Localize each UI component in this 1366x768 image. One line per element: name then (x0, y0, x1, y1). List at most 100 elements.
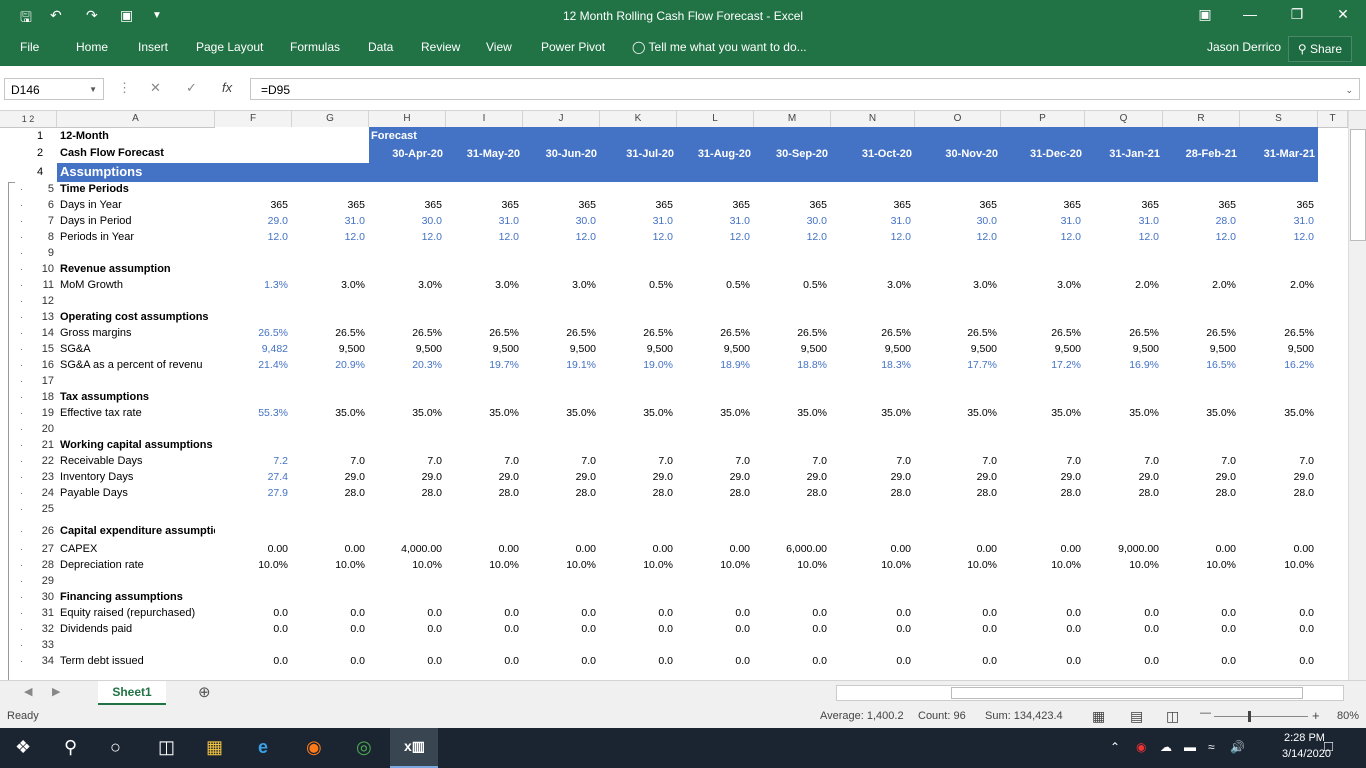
table-cell[interactable]: 31.0 (1254, 215, 1314, 227)
search-icon[interactable]: ⚲ (64, 737, 77, 758)
tab-formulas[interactable]: Formulas (290, 40, 340, 54)
row-number[interactable]: 33 (30, 639, 54, 651)
sheet-tab-sheet1[interactable]: Sheet1 (98, 681, 166, 705)
table-cell[interactable]: 9,500 (937, 343, 997, 355)
table-cell[interactable]: 365 (1176, 199, 1236, 211)
notifications-icon[interactable]: □ (1324, 738, 1333, 755)
table-cell[interactable]: 7.0 (459, 455, 519, 467)
table-cell[interactable]: 3.0% (1021, 279, 1081, 291)
table-cell[interactable]: 28.0 (851, 487, 911, 499)
table-cell[interactable]: 7.0 (305, 455, 365, 467)
chrome-icon[interactable]: ◎ (356, 737, 372, 758)
restore-icon[interactable]: ❐ (1282, 6, 1312, 23)
table-cell[interactable]: 29.0 (1176, 471, 1236, 483)
row-number[interactable]: 20 (30, 423, 54, 435)
table-cell[interactable]: 0.00 (536, 543, 596, 555)
table-cell[interactable]: 10.0% (305, 559, 365, 571)
table-cell[interactable]: 12.0 (1099, 231, 1159, 243)
table-cell[interactable]: 0.0 (228, 607, 288, 619)
table-cell[interactable]: 0.0 (937, 607, 997, 619)
table-cell[interactable]: 27.9 (228, 487, 288, 499)
date-header[interactable]: 31-Jul-20 (600, 148, 674, 160)
table-cell[interactable]: 35.0% (1099, 407, 1159, 419)
zoom-in-icon[interactable]: + (1312, 708, 1320, 723)
table-cell[interactable]: 0.00 (613, 543, 673, 555)
table-cell[interactable]: 35.0% (613, 407, 673, 419)
row-label[interactable]: Revenue assumption (60, 263, 215, 275)
page-layout-view-icon[interactable]: ▤ (1130, 708, 1143, 725)
table-cell[interactable]: 0.0 (459, 607, 519, 619)
table-cell[interactable]: 9,500 (851, 343, 911, 355)
column-header-a[interactable]: A (57, 111, 215, 127)
row-number[interactable]: 17 (30, 375, 54, 387)
table-cell[interactable]: 29.0 (851, 471, 911, 483)
column-header-q[interactable]: Q (1085, 111, 1163, 127)
table-cell[interactable]: 12.0 (851, 231, 911, 243)
row-label[interactable]: Operating cost assumptions (60, 311, 215, 323)
table-cell[interactable]: 35.0% (690, 407, 750, 419)
table-cell[interactable]: 0.0 (459, 623, 519, 635)
table-cell[interactable]: 0.0 (937, 655, 997, 667)
table-cell[interactable]: 35.0% (851, 407, 911, 419)
row-label[interactable]: Financing assumptions (60, 591, 215, 603)
table-cell[interactable]: 9,000.00 (1099, 543, 1159, 555)
table-cell[interactable]: 16.2% (1254, 359, 1314, 371)
table-cell[interactable]: 0.0 (613, 623, 673, 635)
table-cell[interactable]: 12.0 (382, 231, 442, 243)
column-header-r[interactable]: R (1163, 111, 1240, 127)
date-header[interactable]: 31-Jan-21 (1085, 148, 1160, 160)
table-cell[interactable]: 21.4% (228, 359, 288, 371)
table-cell[interactable]: 19.1% (536, 359, 596, 371)
table-cell[interactable]: 35.0% (536, 407, 596, 419)
insert-function-icon[interactable]: fx (222, 80, 232, 95)
table-cell[interactable]: 26.5% (851, 327, 911, 339)
vertical-scroll-thumb[interactable] (1350, 129, 1366, 241)
table-cell[interactable]: 26.5% (1254, 327, 1314, 339)
table-cell[interactable]: 6,000.00 (767, 543, 827, 555)
table-cell[interactable]: 28.0 (613, 487, 673, 499)
table-cell[interactable]: 0.0 (851, 607, 911, 619)
status-count[interactable]: Count: 96 (918, 710, 966, 722)
task-view-icon[interactable]: ◫ (158, 737, 175, 758)
table-cell[interactable]: 365 (228, 199, 288, 211)
table-cell[interactable]: 26.5% (459, 327, 519, 339)
table-cell[interactable]: 9,500 (459, 343, 519, 355)
horizontal-scrollbar[interactable] (836, 685, 1344, 701)
tab-power-pivot[interactable]: Power Pivot (541, 40, 605, 54)
table-cell[interactable]: 26.5% (228, 327, 288, 339)
date-header[interactable]: 31-Mar-21 (1240, 148, 1315, 160)
row-number[interactable]: 15 (30, 343, 54, 355)
table-cell[interactable]: 9,500 (1021, 343, 1081, 355)
table-cell[interactable]: 26.5% (937, 327, 997, 339)
table-cell[interactable]: 0.00 (851, 543, 911, 555)
table-cell[interactable]: 0.00 (228, 543, 288, 555)
row-number[interactable]: 10 (30, 263, 54, 275)
row-number[interactable]: 16 (30, 359, 54, 371)
row-label[interactable]: Equity raised (repurchased) (60, 607, 215, 619)
table-cell[interactable]: 7.0 (690, 455, 750, 467)
column-header-p[interactable]: P (1001, 111, 1085, 127)
row-number[interactable]: 28 (30, 559, 54, 571)
table-cell[interactable]: 7.2 (228, 455, 288, 467)
zoom-slider[interactable] (1214, 716, 1308, 717)
table-cell[interactable]: 7.0 (613, 455, 673, 467)
row-number[interactable]: 23 (30, 471, 54, 483)
table-cell[interactable]: 30.0 (382, 215, 442, 227)
table-cell[interactable]: 0.0 (767, 623, 827, 635)
table-cell[interactable]: 10.0% (690, 559, 750, 571)
tab-data[interactable]: Data (368, 40, 393, 54)
table-cell[interactable]: 7.0 (937, 455, 997, 467)
table-cell[interactable]: 3.0% (382, 279, 442, 291)
table-cell[interactable]: 10.0% (851, 559, 911, 571)
volume-icon[interactable]: 🔊 (1230, 740, 1245, 754)
table-cell[interactable]: 365 (690, 199, 750, 211)
row-label[interactable]: Dividends paid (60, 623, 215, 635)
table-cell[interactable]: 7.0 (1021, 455, 1081, 467)
table-cell[interactable]: 0.0 (1099, 655, 1159, 667)
row-number[interactable]: 13 (30, 311, 54, 323)
row-number[interactable]: 18 (30, 391, 54, 403)
table-cell[interactable]: 9,500 (613, 343, 673, 355)
tab-home[interactable]: Home (76, 40, 108, 54)
table-cell[interactable]: 0.0 (536, 623, 596, 635)
horizontal-scroll-thumb[interactable] (951, 687, 1303, 699)
